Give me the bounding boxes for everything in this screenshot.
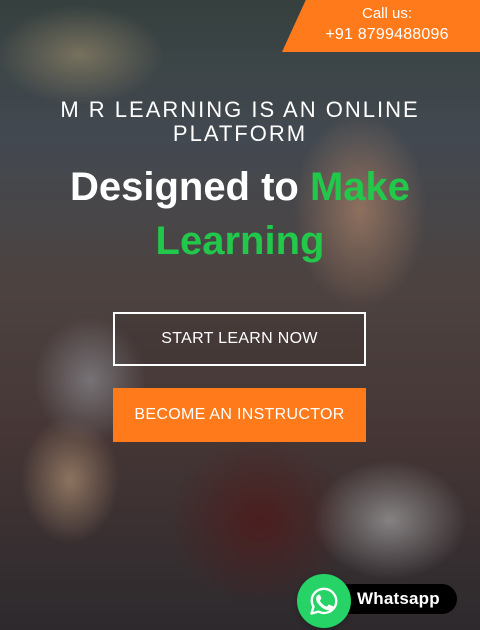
hero-headline-line2-accent: Learning — [155, 219, 325, 263]
whatsapp-icon[interactable] — [297, 574, 351, 628]
start-learn-now-button[interactable]: START LEARN NOW — [113, 312, 366, 366]
become-instructor-button[interactable]: BECOME AN INSTRUCTOR — [113, 388, 366, 442]
hero-headline-accent: Make — [309, 165, 411, 209]
hero-headline-part1: Designed to — [69, 165, 310, 209]
whatsapp-chat-widget[interactable]: Whatsapp — [297, 574, 462, 628]
hero-subheadline-text: M R LEARNING IS AN ONLINE PLATFORM — [60, 97, 420, 146]
hero-subheadline: M R LEARNING IS AN ONLINE PLATFORM — [0, 98, 480, 146]
become-instructor-label: BECOME AN INSTRUCTOR — [134, 406, 345, 423]
call-us-label: Call us: — [361, 5, 413, 22]
start-learn-now-label: START LEARN NOW — [161, 330, 318, 347]
call-us-phone[interactable]: +91 8799488096 — [294, 25, 480, 45]
call-us-banner[interactable]: Call us: +91 8799488096 — [282, 0, 480, 52]
whatsapp-label[interactable]: Whatsapp — [357, 586, 440, 612]
hero-headline: Designed to Make Learning — [0, 160, 480, 268]
